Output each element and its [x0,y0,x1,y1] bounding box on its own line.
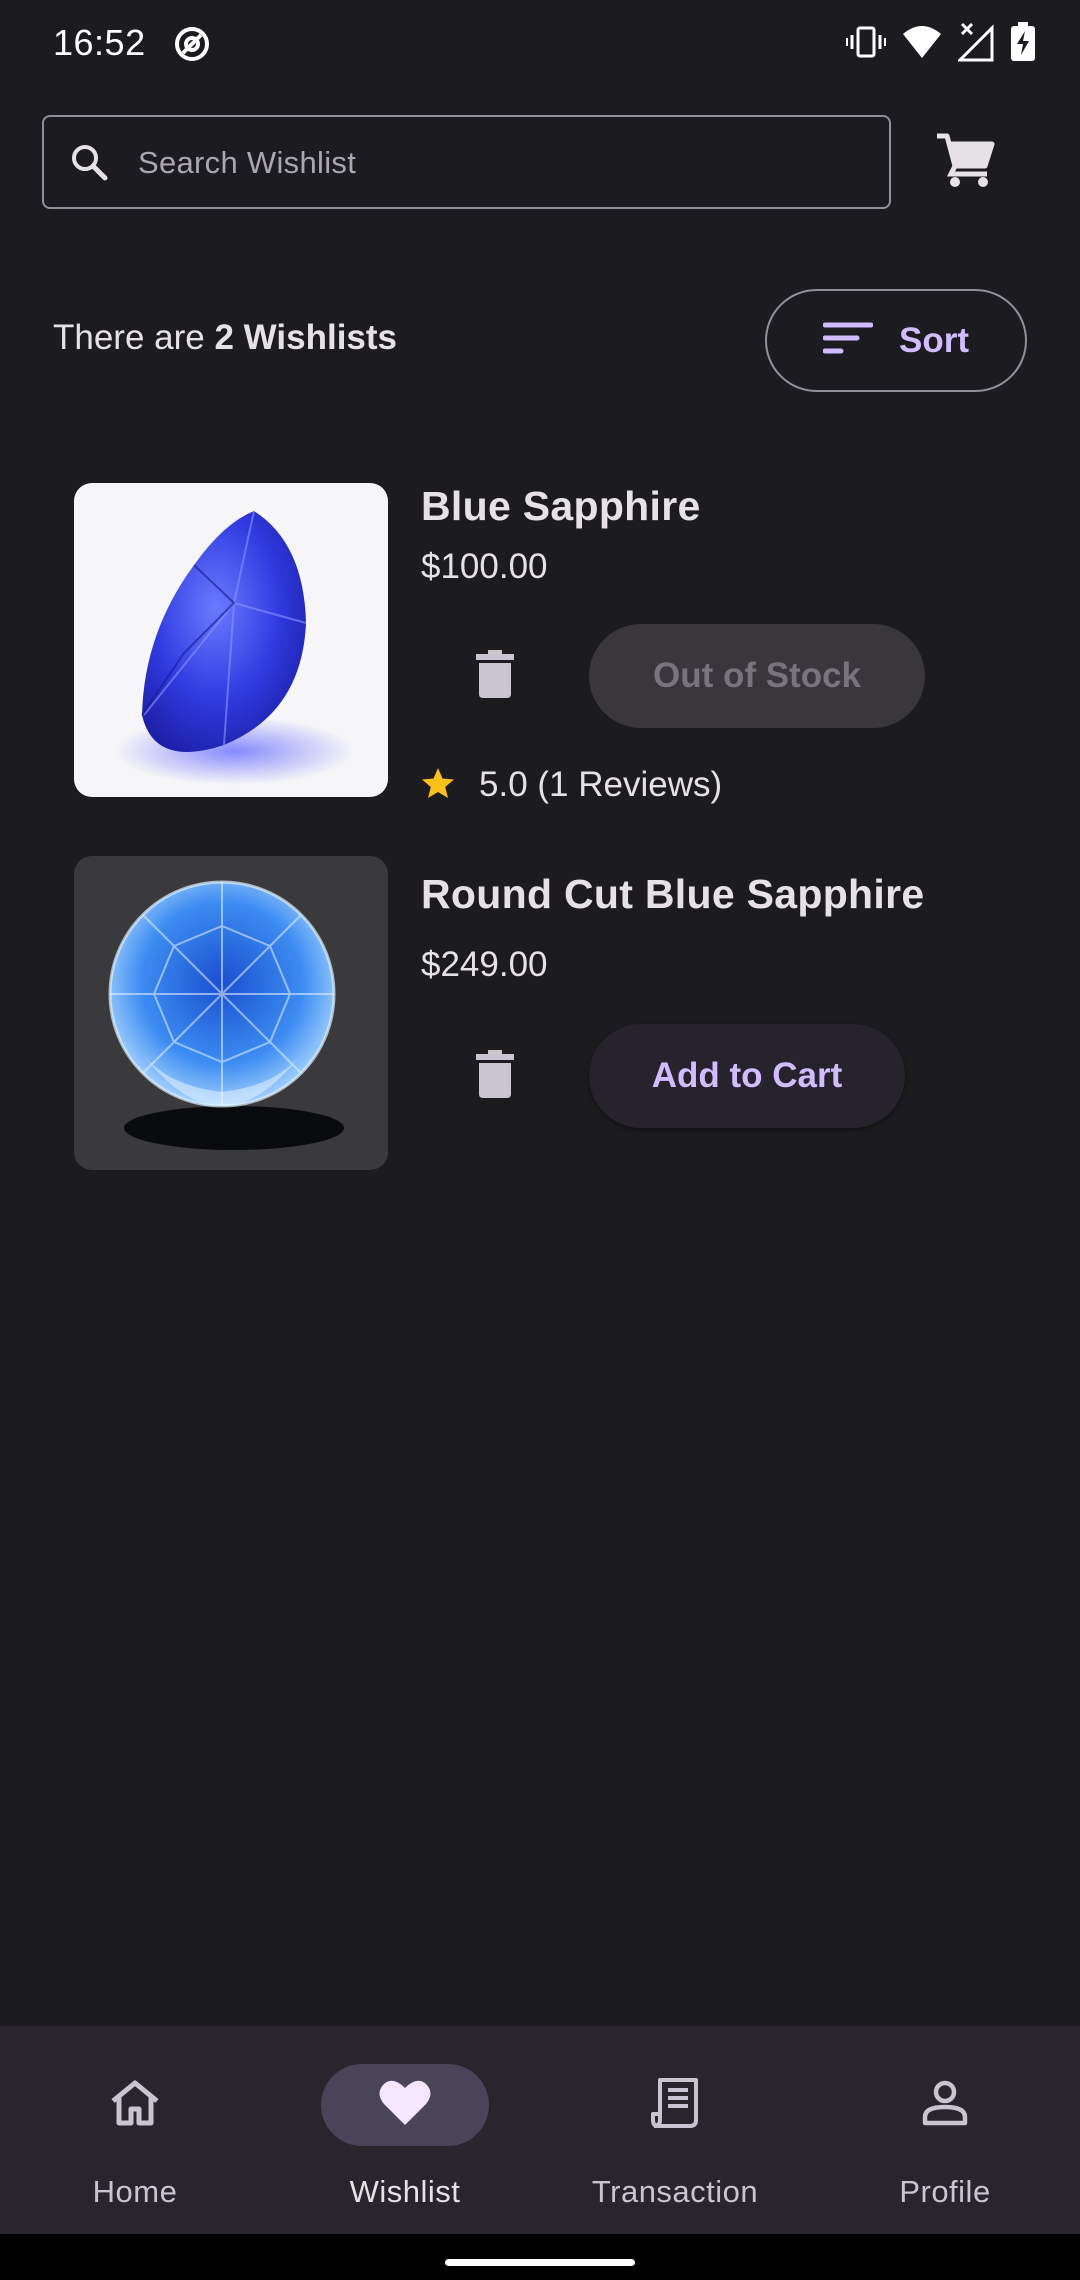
home-icon [109,2079,161,2132]
product-image-blue-sapphire[interactable] [74,483,388,797]
nav-item-home[interactable]: Home [0,2026,270,2234]
signal-icon [956,22,994,67]
status-icons [846,22,1036,67]
product-price: $100.00 [421,547,548,586]
delete-button[interactable] [447,628,543,724]
product-price: $249.00 [421,945,548,984]
wishlist-screen: 16:52 Search Wishlist There are 2 Wishli… [0,0,1080,2280]
trash-icon [476,1049,514,1103]
wishlist-count-prefix: There are [53,318,205,357]
product-name: Round Cut Blue Sapphire [421,871,925,917]
battery-charging-icon [1010,22,1036,67]
sort-icon [822,321,874,360]
nav-pill-transaction [591,2064,759,2146]
nav-pill-home [51,2064,219,2146]
nav-label-transaction: Transaction [591,2174,759,2209]
nav-item-wishlist[interactable]: Wishlist [270,2026,540,2234]
search-placeholder: Search Wishlist [138,145,357,180]
system-gesture-area [0,2234,1080,2280]
nav-label-home: Home [92,2174,178,2209]
nav-item-transaction[interactable]: Transaction [540,2026,810,2234]
wishlist-item[interactable]: Round Cut Blue Sapphire $249.00 Add to C… [74,856,1034,1176]
at-sign-icon [172,24,212,69]
sort-label: Sort [899,320,969,360]
person-icon [921,2079,969,2132]
add-to-cart-label: Add to Cart [651,1056,843,1095]
nav-pill-profile [861,2064,1029,2146]
wishlist-count-value: 2 Wishlists [214,318,398,357]
add-to-cart-button[interactable]: Add to Cart [589,1024,905,1128]
out-of-stock-label: Out of Stock [652,656,862,695]
vibrate-icon [846,22,886,67]
search-icon [68,141,112,190]
status-bar: 16:52 [0,0,1080,90]
search-input[interactable]: Search Wishlist [42,115,891,209]
receipt-icon [650,2076,700,2135]
cart-icon [935,132,995,193]
nav-label-wishlist: Wishlist [349,2174,461,2209]
status-time: 16:52 [53,22,146,63]
star-icon [421,767,455,804]
wishlist-count: There are 2 Wishlists [53,318,397,358]
rating-text: 5.0 (1 Reviews) [479,765,723,804]
cart-button[interactable] [925,122,1005,202]
nav-item-profile[interactable]: Profile [810,2026,1080,2234]
heart-icon [378,2079,432,2132]
home-gesture-bar[interactable] [445,2259,635,2266]
wifi-icon [902,24,942,65]
trash-icon [476,649,514,703]
product-name: Blue Sapphire [421,483,701,529]
nav-label-profile: Profile [899,2174,991,2209]
nav-pill-wishlist [321,2064,489,2146]
product-rating: 5.0 (1 Reviews) [421,765,722,805]
out-of-stock-button[interactable]: Out of Stock [589,624,925,728]
product-image-round-cut-blue-sapphire[interactable] [74,856,388,1170]
wishlist-item[interactable]: Blue Sapphire $100.00 Out of Stock 5.0 (… [74,483,1034,813]
sort-button[interactable]: Sort [765,289,1027,392]
delete-button[interactable] [447,1028,543,1124]
bottom-navigation: Home Wishlist Transaction Profile [0,2026,1080,2234]
